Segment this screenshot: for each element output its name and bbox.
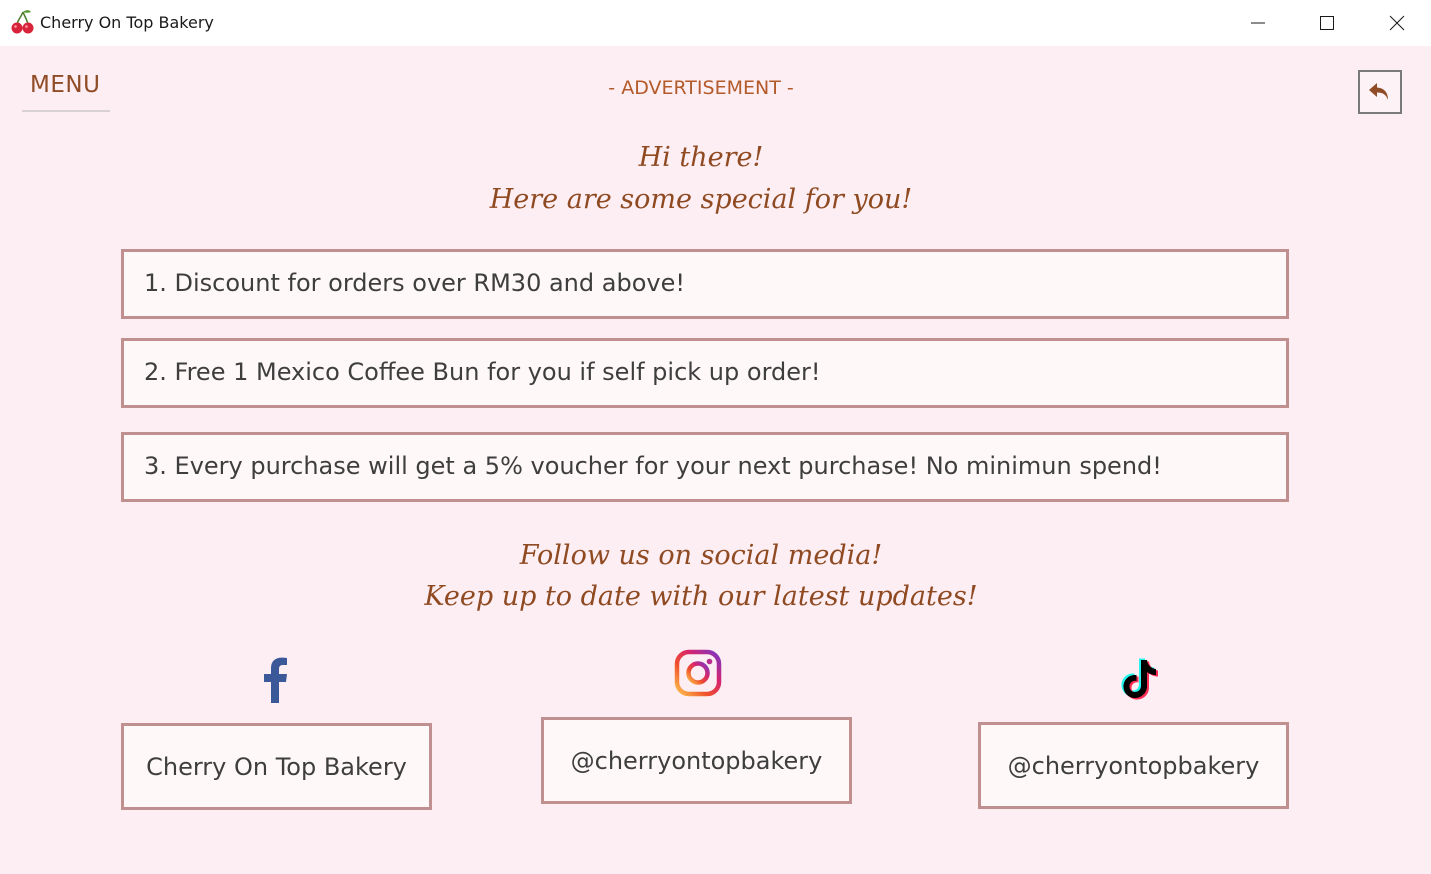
offer-text: 2. Free 1 Mexico Coffee Bun for you if s… [144,358,821,386]
maximize-button[interactable] [1292,0,1362,46]
instagram-handle-box[interactable]: @cherryontopbakery [541,717,852,804]
tiktok-icon[interactable] [1114,655,1162,703]
close-button[interactable] [1362,0,1431,46]
offer-box: 3. Every purchase will get a 5% voucher … [121,432,1289,502]
offer-text: 3. Every purchase will get a 5% voucher … [144,452,1162,480]
facebook-handle: Cherry On Top Bakery [146,752,407,781]
minimize-button[interactable] [1223,0,1293,46]
facebook-icon[interactable] [252,656,300,704]
follow-heading: Follow us on social media! [519,540,883,571]
instagram-icon[interactable] [674,649,722,697]
follow-subheading: Keep up to date with our latest updates! [424,581,978,612]
offer-box: 1. Discount for orders over RM30 and abo… [121,249,1289,319]
facebook-handle-box[interactable]: Cherry On Top Bakery [121,723,432,810]
greeting-title: Hi there! [638,142,764,173]
back-arrow-icon [1369,83,1388,100]
app-window: Cherry On Top Bakery MENU - ADVERTISEMEN… [0,0,1431,874]
minimize-icon [1251,22,1265,24]
window-title: Cherry On Top Bakery [40,13,214,32]
back-button[interactable] [1358,70,1402,114]
offer-box: 2. Free 1 Mexico Coffee Bun for you if s… [121,338,1289,408]
tiktok-handle-box[interactable]: @cherryontopbakery [978,722,1289,809]
instagram-handle: @cherryontopbakery [570,746,823,775]
maximize-icon [1320,16,1334,30]
offer-text: 1. Discount for orders over RM30 and abo… [144,269,685,297]
tiktok-handle: @cherryontopbakery [1007,751,1260,780]
advertisement-heading: - ADVERTISEMENT - [608,77,794,99]
title-bar: Cherry On Top Bakery [0,0,1431,46]
cherry-icon [11,10,34,34]
close-icon [1389,15,1405,31]
greeting-subtitle: Here are some special for you! [489,184,913,215]
